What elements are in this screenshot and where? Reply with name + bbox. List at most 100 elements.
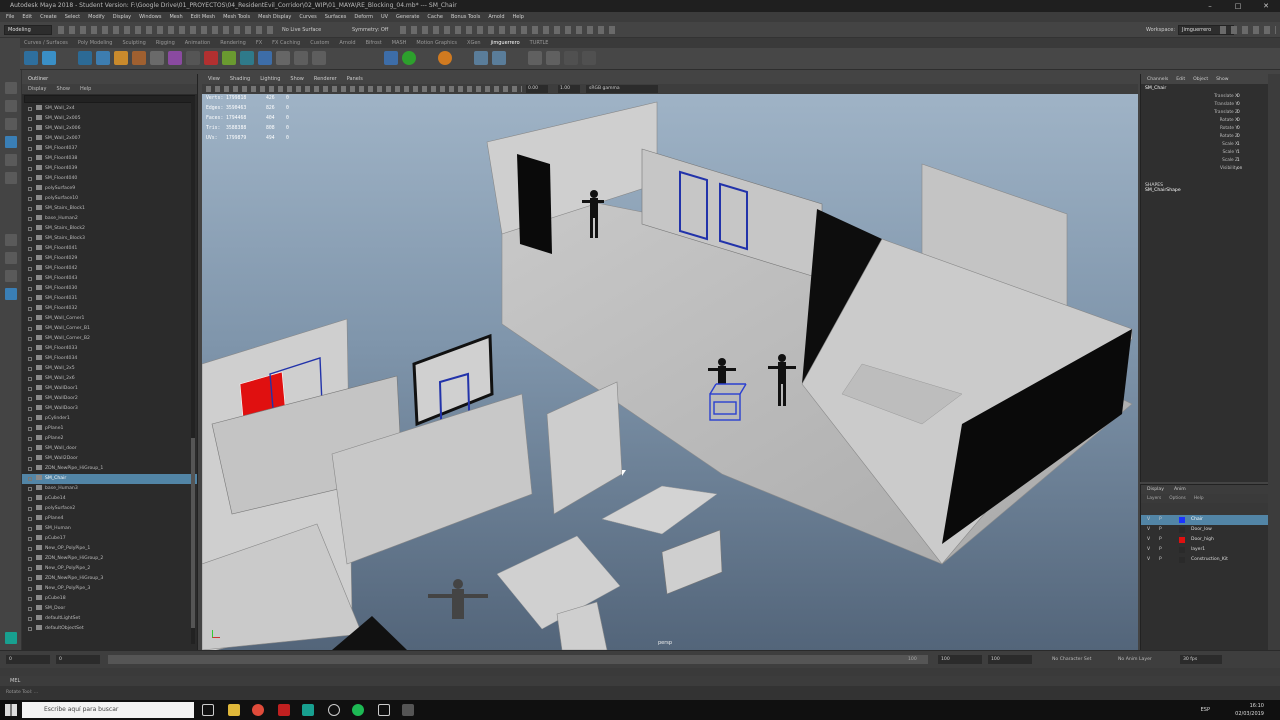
viewport-menu-lighting[interactable]: Lighting bbox=[260, 76, 280, 82]
menu-file[interactable]: File bbox=[6, 14, 14, 20]
expand-toggle-icon[interactable] bbox=[28, 297, 32, 301]
outliner-item[interactable]: SM_Floor4037 bbox=[22, 144, 197, 154]
fps-dropdown[interactable]: 30 fps bbox=[1180, 655, 1222, 664]
shelf-tab-poly-modeling[interactable]: Poly Modeling bbox=[78, 40, 113, 46]
expand-toggle-icon[interactable] bbox=[28, 447, 32, 451]
normal-icon[interactable] bbox=[276, 51, 290, 65]
layer-playback-toggle[interactable]: P bbox=[1159, 555, 1162, 565]
channel-attribute[interactable]: Scale X1 bbox=[1141, 141, 1268, 149]
menu-display[interactable]: Display bbox=[113, 14, 131, 20]
outliner-scrollbar[interactable] bbox=[191, 96, 195, 644]
shelf-tab-bifrost[interactable]: Bifrost bbox=[366, 40, 382, 46]
attribute-value[interactable]: 0 bbox=[1237, 93, 1261, 101]
channel-attribute[interactable]: Translate Y0 bbox=[1141, 101, 1268, 109]
menu-edit[interactable]: Edit bbox=[22, 14, 32, 20]
hand-icon[interactable] bbox=[384, 51, 398, 65]
shelf-tab-fx[interactable]: FX bbox=[256, 40, 262, 46]
menu-deform[interactable]: Deform bbox=[354, 14, 373, 20]
menu-mesh[interactable]: Mesh bbox=[169, 14, 182, 20]
app-icon-8[interactable] bbox=[378, 704, 390, 716]
expand-toggle-icon[interactable] bbox=[28, 627, 32, 631]
outliner-item[interactable]: SM_WallDoor2 bbox=[22, 394, 197, 404]
attribute-value[interactable]: 1 bbox=[1237, 157, 1261, 165]
layer-playback-toggle[interactable]: P bbox=[1159, 535, 1162, 545]
shelf-tab-turtle[interactable]: TURTLE bbox=[530, 40, 549, 46]
status-icons-3[interactable] bbox=[1220, 26, 1276, 34]
range-slider[interactable] bbox=[0, 668, 1280, 676]
bridge-icon[interactable] bbox=[96, 51, 110, 65]
outliner-item[interactable]: SM_WallDoor3 bbox=[22, 404, 197, 414]
shelf-tab-rigging[interactable]: Rigging bbox=[156, 40, 175, 46]
close-button[interactable]: ✕ bbox=[1252, 0, 1280, 12]
expand-toggle-icon[interactable] bbox=[28, 517, 32, 521]
outliner-item[interactable]: SM_Wall_door bbox=[22, 444, 197, 454]
rotate-tool-icon[interactable] bbox=[5, 154, 17, 166]
shelf-tab-rendering[interactable]: Rendering bbox=[220, 40, 246, 46]
menu-windows[interactable]: Windows bbox=[139, 14, 161, 20]
outliner-item[interactable]: SM_Stairs_Block3 bbox=[22, 234, 197, 244]
expand-toggle-icon[interactable] bbox=[28, 477, 32, 481]
channel-attribute[interactable]: Rotate X0 bbox=[1141, 117, 1268, 125]
language-indicator[interactable]: ESP bbox=[1201, 706, 1210, 714]
expand-toggle-icon[interactable] bbox=[28, 147, 32, 151]
outliner-item[interactable]: polySurface9 bbox=[22, 184, 197, 194]
character-set-field[interactable]: No Character Set bbox=[1052, 655, 1091, 664]
outliner-item[interactable]: SM_Floor4032 bbox=[22, 304, 197, 314]
outliner-item[interactable]: ZDN_NewPipe_HiGroup_1 bbox=[22, 464, 197, 474]
time-current-field[interactable]: 0 bbox=[56, 655, 100, 664]
outliner-item[interactable]: SM_Wall_Corner1 bbox=[22, 314, 197, 324]
paint-select-icon[interactable] bbox=[5, 118, 17, 130]
outliner-item[interactable]: SM_Wall_2x005 bbox=[22, 114, 197, 124]
outliner-item[interactable]: SM_Floor4033 bbox=[22, 344, 197, 354]
expand-toggle-icon[interactable] bbox=[28, 357, 32, 361]
menu-mesh-display[interactable]: Mesh Display bbox=[258, 14, 291, 20]
color-space-dropdown[interactable]: sRGB gamma bbox=[586, 85, 658, 93]
layer-visibility-toggle[interactable]: V bbox=[1147, 525, 1150, 535]
viewport-menu-renderer[interactable]: Renderer bbox=[314, 76, 337, 82]
outliner-menu-help[interactable]: Help bbox=[80, 86, 91, 92]
layer-tab-display[interactable]: Display bbox=[1147, 487, 1164, 492]
viewport-menu-view[interactable]: View bbox=[208, 76, 220, 82]
layer-playback-toggle[interactable]: P bbox=[1159, 525, 1162, 535]
layer-menu-options[interactable]: Options bbox=[1169, 496, 1186, 501]
quad-draw-icon[interactable] bbox=[24, 51, 38, 65]
panel-toolbar-icons[interactable] bbox=[206, 86, 522, 92]
expand-toggle-icon[interactable] bbox=[28, 227, 32, 231]
status-icons-1[interactable] bbox=[58, 26, 278, 34]
task-view-icon[interactable] bbox=[202, 704, 214, 716]
outliner-item[interactable]: ZDN_NewPipe_HiGroup_2 bbox=[22, 554, 197, 564]
persp-outliner-icon[interactable] bbox=[5, 288, 17, 300]
render-icon[interactable] bbox=[564, 51, 578, 65]
layer-tab-anim[interactable]: Anim bbox=[1174, 487, 1186, 492]
outliner-item[interactable]: pCube17 bbox=[22, 534, 197, 544]
attribute-value[interactable]: 0 bbox=[1237, 133, 1261, 141]
side-tabs[interactable] bbox=[1268, 74, 1280, 650]
range-end-field[interactable]: 100 bbox=[988, 655, 1032, 664]
expand-toggle-icon[interactable] bbox=[28, 377, 32, 381]
align-icon[interactable] bbox=[474, 51, 488, 65]
expand-toggle-icon[interactable] bbox=[28, 577, 32, 581]
layer-color-swatch[interactable] bbox=[1179, 547, 1185, 553]
maximize-button[interactable]: □ bbox=[1224, 0, 1252, 12]
expand-toggle-icon[interactable] bbox=[28, 157, 32, 161]
expand-toggle-icon[interactable] bbox=[28, 267, 32, 271]
attribute-value[interactable]: 0 bbox=[1237, 109, 1261, 117]
menu-create[interactable]: Create bbox=[40, 14, 57, 20]
layer-visibility-toggle[interactable]: V bbox=[1147, 515, 1150, 525]
expand-toggle-icon[interactable] bbox=[28, 207, 32, 211]
outliner-item[interactable]: SM_Wall_2x4 bbox=[22, 104, 197, 114]
channel-attribute[interactable]: Scale Z1 bbox=[1141, 157, 1268, 165]
outliner-item[interactable]: SM_Wall_2x6 bbox=[22, 374, 197, 384]
layer-color-swatch[interactable] bbox=[1179, 517, 1185, 523]
menu-arnold[interactable]: Arnold bbox=[488, 14, 504, 20]
menu-bonus-tools[interactable]: Bonus Tools bbox=[451, 14, 480, 20]
bonus-tool-icon[interactable] bbox=[132, 51, 146, 65]
attribute-value[interactable]: 1 bbox=[1237, 149, 1261, 157]
anim-layer-field[interactable]: No Anim Layer bbox=[1118, 655, 1152, 664]
channel-box-menu-object[interactable]: Object bbox=[1193, 77, 1208, 82]
combine-icon[interactable] bbox=[150, 51, 164, 65]
timeline-track[interactable] bbox=[108, 655, 928, 664]
shelf-tab-curves-surfaces[interactable]: Curves / Surfaces bbox=[24, 40, 68, 46]
expand-toggle-icon[interactable] bbox=[28, 427, 32, 431]
shelf-tab-xgen[interactable]: XGen bbox=[467, 40, 481, 46]
